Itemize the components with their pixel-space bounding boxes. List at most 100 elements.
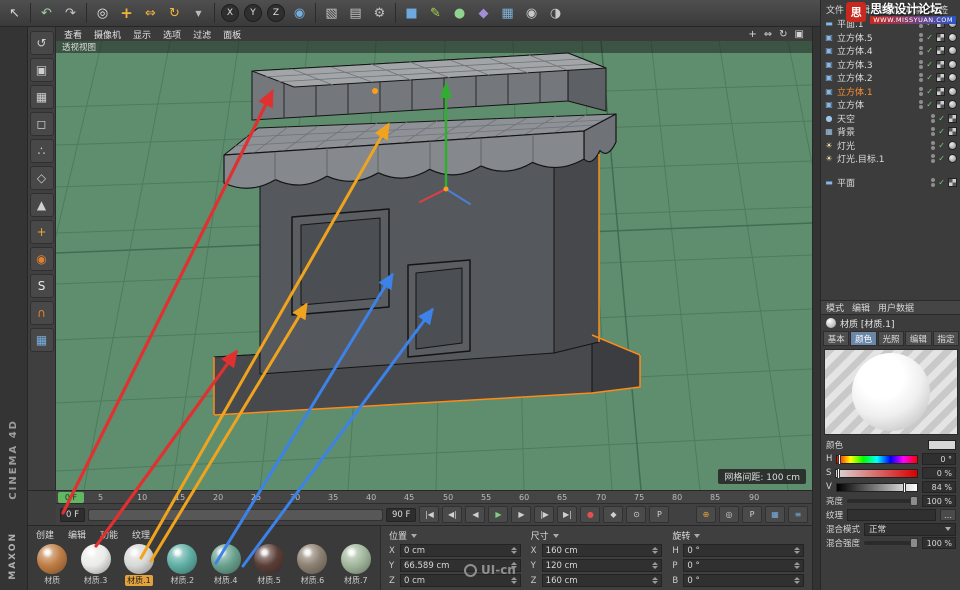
spinner[interactable] — [511, 547, 517, 554]
texture-field[interactable] — [847, 509, 936, 521]
phong-tag-icon[interactable] — [948, 33, 957, 42]
panel-splitter[interactable] — [812, 27, 820, 590]
enabled-check-icon[interactable]: ✓ — [926, 73, 933, 82]
add-cube-icon[interactable]: ■ — [400, 2, 423, 25]
value-field[interactable]: 84 % — [922, 481, 956, 493]
saturation-field[interactable]: 0 % — [922, 467, 956, 479]
menu-file[interactable]: 文件 — [826, 3, 844, 13]
saturation-slider[interactable] — [835, 469, 918, 478]
add-camera-icon[interactable]: ◉ — [520, 2, 543, 25]
menu-edit[interactable]: 编辑 — [852, 301, 870, 314]
object-row[interactable]: ▣立方体.5✓ — [821, 31, 960, 45]
menu-options[interactable]: 选项 — [163, 28, 181, 41]
render-picture-viewer-icon[interactable]: ▤ — [344, 2, 367, 25]
rotate-view-icon[interactable]: ↻ — [779, 29, 787, 40]
enabled-check-icon[interactable]: ✓ — [926, 87, 933, 96]
add-spline-icon[interactable]: ✎ — [424, 2, 447, 25]
hue-field[interactable]: 0 ° — [922, 453, 956, 465]
position-header[interactable]: 位置 — [389, 529, 521, 542]
texture-tag-icon[interactable] — [936, 73, 945, 82]
enabled-check-icon[interactable]: ✓ — [926, 100, 933, 109]
material-sphere[interactable] — [124, 544, 154, 574]
move-tool-icon[interactable]: + — [115, 2, 138, 25]
goto-end-button[interactable]: ▶| — [557, 506, 577, 523]
next-key-button[interactable]: |▶ — [534, 506, 554, 523]
phong-tag-icon[interactable] — [948, 100, 957, 109]
spinner[interactable] — [794, 577, 800, 584]
menu-userdata[interactable]: 用户数据 — [878, 301, 914, 314]
material-item[interactable]: 材质.2 — [162, 544, 202, 586]
visibility-dots[interactable] — [919, 100, 923, 109]
viewport-solo-icon[interactable]: ◉ — [30, 247, 54, 271]
phong-tag-icon[interactable] — [948, 73, 957, 82]
texture-tag-icon[interactable] — [936, 87, 945, 96]
object-row-selected[interactable]: ▣立方体.1✓ — [821, 85, 960, 99]
snap-settings-icon[interactable]: S — [30, 274, 54, 298]
visibility-dots[interactable] — [919, 73, 923, 82]
brightness-slider[interactable] — [847, 499, 918, 503]
material-sphere[interactable] — [341, 544, 371, 574]
zoom-view-icon[interactable]: ⇔ — [764, 29, 772, 40]
previous-key-button[interactable]: ◀| — [442, 506, 462, 523]
add-environment-icon[interactable]: ▦ — [496, 2, 519, 25]
menu-function[interactable]: 功能 — [100, 528, 118, 541]
viewport[interactable]: 透视视图 — [56, 41, 812, 490]
tab-editor[interactable]: 编辑 — [905, 331, 931, 346]
powerslider-button[interactable]: P — [742, 506, 762, 523]
y-axis-lock-button[interactable]: Y — [244, 4, 262, 22]
current-color-swatch[interactable] — [928, 440, 956, 450]
render-settings-icon[interactable]: ⚙ — [368, 2, 391, 25]
material-sphere[interactable] — [297, 544, 327, 574]
enabled-check-icon[interactable]: ✓ — [938, 127, 945, 136]
material-item[interactable]: 材质 — [32, 544, 72, 586]
viewport-tab-label[interactable]: 透视视图 — [62, 41, 96, 53]
polygons-mode-icon[interactable]: ▲ — [30, 193, 54, 217]
texture-browse-button[interactable]: … — [940, 509, 956, 521]
material-item[interactable]: 材质.3 — [75, 544, 115, 586]
timeline-scrollbar-thumb[interactable] — [89, 510, 382, 520]
toggle-view-icon[interactable]: ▣ — [795, 29, 804, 40]
hue-handle[interactable] — [838, 454, 841, 465]
object-row[interactable]: ☀灯光.目标.1✓ — [821, 152, 960, 166]
edges-mode-icon[interactable]: ◇ — [30, 166, 54, 190]
enabled-check-icon[interactable]: ✓ — [938, 141, 945, 150]
x-axis-lock-button[interactable]: X — [221, 4, 239, 22]
visibility-dots[interactable] — [919, 46, 923, 55]
next-frame-button[interactable]: ▶ — [511, 506, 531, 523]
enabled-check-icon[interactable]: ✓ — [938, 114, 945, 123]
add-generator-icon[interactable]: ● — [448, 2, 471, 25]
spinner[interactable] — [794, 547, 800, 554]
viewport-canvas[interactable] — [56, 41, 812, 490]
enabled-check-icon[interactable]: ✓ — [938, 154, 945, 163]
menu-texture[interactable]: 纹理 — [132, 528, 150, 541]
rotate-tool-icon[interactable]: ↻ — [163, 2, 186, 25]
hue-slider[interactable] — [836, 455, 918, 464]
model-mode-icon[interactable]: ▣ — [30, 58, 54, 82]
texture-tag-icon[interactable] — [948, 178, 957, 187]
spinner[interactable] — [652, 562, 658, 569]
spinner[interactable] — [511, 577, 517, 584]
rotation-p-field[interactable]: 0 ° — [683, 559, 804, 572]
redo-icon[interactable]: ↷ — [59, 2, 82, 25]
texture-tag-icon[interactable] — [936, 60, 945, 69]
mix-mode-dropdown[interactable]: 正常 — [864, 523, 956, 536]
texture-mode-icon[interactable]: ▦ — [30, 85, 54, 109]
visibility-dots[interactable] — [931, 154, 935, 163]
workplane-mode-icon[interactable]: ◻ — [30, 112, 54, 136]
texture-tag-icon[interactable] — [948, 114, 957, 123]
visibility-dots[interactable] — [919, 33, 923, 42]
material-item[interactable]: 材质.5 — [249, 544, 289, 586]
autokey-button[interactable]: ⊕ — [696, 506, 716, 523]
display-mode-icon[interactable]: ◑ — [544, 2, 567, 25]
timeline-list-button[interactable]: ≡ — [788, 506, 808, 523]
magnet-icon[interactable]: ∩ — [30, 301, 54, 325]
visibility-dots[interactable] — [919, 60, 923, 69]
texture-tag-icon[interactable] — [948, 127, 957, 136]
material-item[interactable]: 材质.7 — [336, 544, 376, 586]
material-item-selected[interactable]: 材质.1 — [119, 544, 159, 586]
tab-assign[interactable]: 指定 — [933, 331, 959, 346]
object-row[interactable]: ☀灯光✓ — [821, 139, 960, 153]
record-parameter-button[interactable]: P — [649, 506, 669, 523]
material-sphere[interactable] — [167, 544, 197, 574]
size-x-field[interactable]: 160 cm — [542, 544, 663, 557]
